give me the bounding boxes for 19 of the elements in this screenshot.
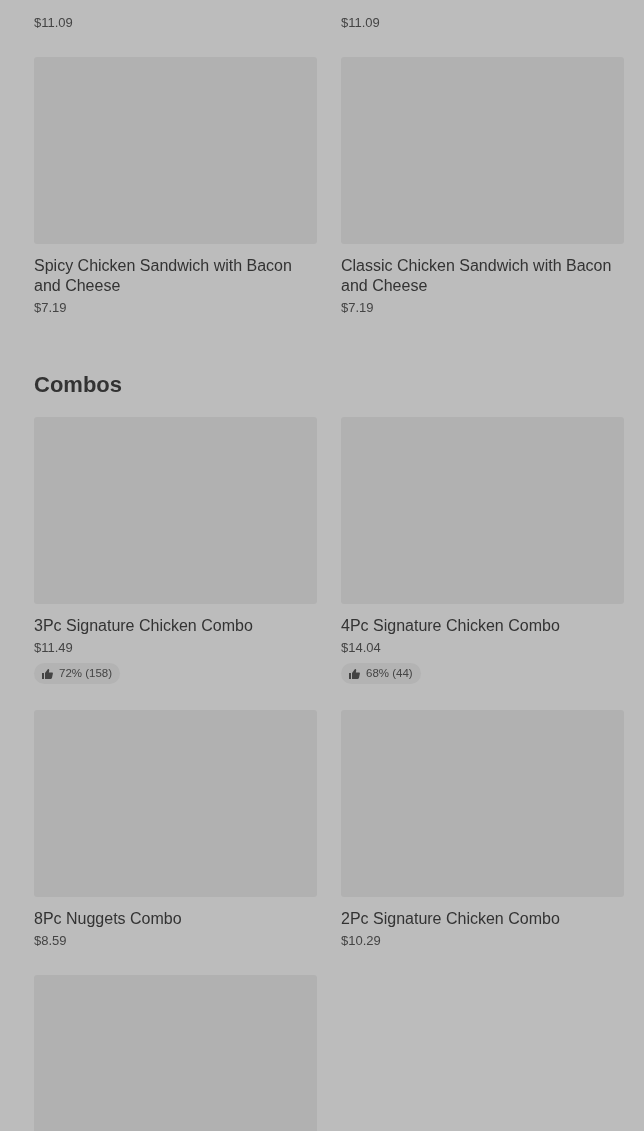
item-price: $11.09 bbox=[341, 14, 380, 31]
item-price: $7.19 bbox=[34, 299, 67, 316]
item-name[interactable]: 4Pc Signature Chicken Combo bbox=[341, 616, 560, 636]
thumbs-up-icon bbox=[42, 668, 53, 679]
thumbs-up-icon bbox=[349, 668, 360, 679]
rating-badge: 72% (158) bbox=[34, 663, 121, 685]
item-name[interactable]: 8Pc Nuggets Combo bbox=[34, 909, 182, 930]
item-price: $10.29 bbox=[341, 932, 381, 950]
item-name[interactable]: 3Pc Signature Chicken Combo bbox=[34, 616, 253, 636]
item-name[interactable]: Classic Chicken Sandwich with Bacon and Cheese bbox=[341, 256, 624, 296]
item-name[interactable]: 2Pc Signature Chicken Combo bbox=[341, 909, 560, 930]
rating-badge: 68% (44) bbox=[341, 663, 421, 685]
section-heading: Combos bbox=[34, 371, 123, 399]
item-price: $7.19 bbox=[341, 299, 374, 316]
item-price: $8.59 bbox=[34, 932, 67, 950]
item-name[interactable]: Spicy Chicken Sandwich with Bacon and Cheese bbox=[34, 256, 317, 296]
item-price: $11.49 bbox=[34, 639, 73, 656]
item-price: $11.09 bbox=[34, 14, 73, 31]
item-price: $14.04 bbox=[341, 639, 381, 656]
